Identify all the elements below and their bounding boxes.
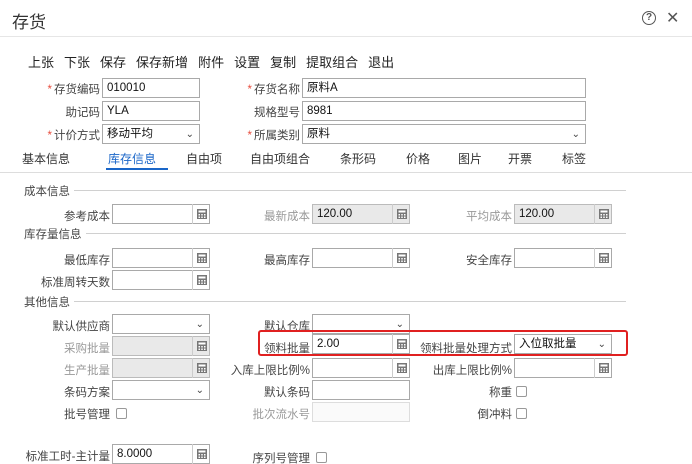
mnemonic-field[interactable]: YLA [102,101,200,121]
barcode-scheme-label: 条码方案 [64,387,110,399]
in-ratio-label: 入库上限比例% [230,365,310,377]
tab-barcode[interactable]: 条形码 [340,150,376,167]
out-ratio-label: 出库上限比例% [432,365,512,377]
mnemonic-label: 助记码 [65,107,101,119]
ref-cost-label: 参考成本 [64,211,110,223]
backflush-label: 倒冲料 [477,409,513,421]
pick-mode-label: 领料批量处理方式 [420,343,512,355]
serial-mgmt-checkbox[interactable] [316,452,327,463]
window-title: 存货 [12,13,46,32]
extract-combo-button[interactable]: 提取组合 [306,52,358,71]
purchase-batch-label: 采购批量 [64,343,110,355]
turnover-label: 标准周转天数 [41,277,110,289]
tab-free-items[interactable]: 自由项 [186,150,222,167]
toolbar: 上张 下张 保存 保存新增 附件 设置 复制 提取组合 退出 [28,52,394,71]
chevron-down-icon: ⌄ [185,129,194,140]
code-label: * 存货编码 [47,84,100,96]
stock-section-title: 库存量信息 [24,229,82,241]
prod-batch-label: 生产批量 [64,365,110,377]
calculator-icon[interactable] [392,334,410,354]
category-label: * 所属类别 [247,130,300,142]
chevron-down-icon: ⌄ [195,385,204,396]
save-new-button[interactable]: 保存新增 [136,52,188,71]
batch-serial-label: 批次流水号 [252,409,311,421]
batch-serial-field [312,402,410,422]
supplier-select[interactable]: ⌄ [112,314,210,334]
next-record-button[interactable]: 下张 [64,52,90,71]
category-select[interactable]: 原料 ⌄ [302,124,586,144]
code-field[interactable]: 010010 [102,78,200,98]
cost-section-title: 成本信息 [24,186,70,198]
calculator-icon[interactable] [594,248,612,268]
calculator-icon[interactable] [192,444,210,464]
calculator-icon[interactable] [192,204,210,224]
help-icon[interactable]: ? [642,11,656,25]
save-button[interactable]: 保存 [100,52,126,71]
pricing-select[interactable]: 移动平均 ⌄ [102,124,200,144]
other-section-line [74,301,626,302]
spec-field[interactable]: 8981 [302,101,586,121]
pick-batch-label: 领料批量 [264,343,310,355]
batch-mgmt-label: 批号管理 [64,409,110,421]
tab-tags[interactable]: 标签 [562,150,586,167]
weigh-checkbox[interactable] [516,386,527,397]
spec-label: 规格型号 [254,107,300,119]
calculator-icon[interactable] [392,248,410,268]
pricing-label: * 计价方式 [47,130,100,142]
calculator-icon[interactable] [192,248,210,268]
default-barcode-label: 默认条码 [264,387,310,399]
stock-section-line [86,233,626,234]
supplier-label: 默认供应商 [52,321,111,333]
tab-picture[interactable]: 图片 [458,150,482,167]
active-tab-underline [106,168,168,170]
latest-cost-label: 最新成本 [264,211,310,223]
attachment-button[interactable]: 附件 [198,52,224,71]
calculator-icon[interactable] [192,270,210,290]
min-stock-label: 最低库存 [64,255,110,267]
pick-mode-select[interactable]: 入位取批量 ⌄ [514,334,612,354]
exit-button[interactable]: 退出 [368,52,394,71]
calculator-icon [192,336,210,356]
safe-stock-label: 安全库存 [466,255,512,267]
tab-basic-info[interactable]: 基本信息 [22,150,70,167]
chevron-down-icon: ⌄ [195,319,204,330]
batch-mgmt-checkbox[interactable] [116,408,127,419]
default-barcode-field[interactable] [312,380,410,400]
cost-section-line [74,190,626,191]
calculator-icon [192,358,210,378]
title-divider [0,36,692,37]
calculator-icon [594,204,612,224]
backflush-checkbox[interactable] [516,408,527,419]
max-stock-label: 最高库存 [264,255,310,267]
serial-mgmt-label: 序列号管理 [252,453,311,464]
other-section-title: 其他信息 [24,297,70,309]
calculator-icon [392,204,410,224]
tab-invoice[interactable]: 开票 [508,150,532,167]
name-field[interactable]: 原料A [302,78,586,98]
chevron-down-icon: ⌄ [597,339,606,350]
prev-record-button[interactable]: 上张 [28,52,54,71]
barcode-scheme-select[interactable]: ⌄ [112,380,210,400]
tab-stock-info[interactable]: 库存信息 [108,150,156,167]
avg-cost-label: 平均成本 [466,211,512,223]
copy-button[interactable]: 复制 [270,52,296,71]
std-hours-label: 标准工时-主计量 [25,451,110,463]
weigh-label: 称重 [489,387,512,399]
calculator-icon[interactable] [392,358,410,378]
chevron-down-icon: ⌄ [571,129,580,140]
tab-price[interactable]: 价格 [406,150,430,167]
settings-button[interactable]: 设置 [234,52,260,71]
tab-free-item-combos[interactable]: 自由项组合 [250,150,310,167]
calculator-icon[interactable] [594,358,612,378]
name-label: * 存货名称 [247,84,300,96]
close-icon[interactable]: ✕ [666,8,679,28]
tab-divider [0,172,692,173]
